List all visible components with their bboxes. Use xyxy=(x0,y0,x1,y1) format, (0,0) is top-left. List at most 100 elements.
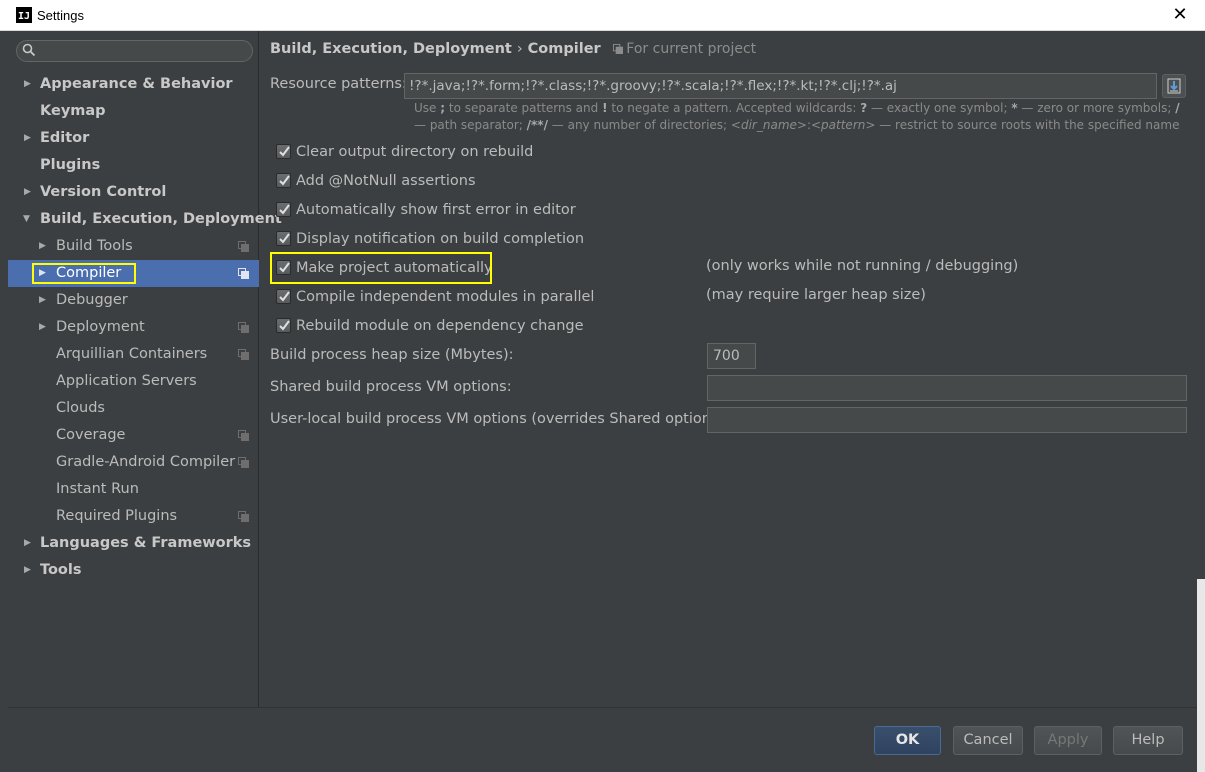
checkbox-checked-icon[interactable] xyxy=(276,318,291,333)
compiler-settings-panel: Build, Execution, Deployment › Compiler Fo… xyxy=(260,31,1197,707)
sidebar-item-label: Deployment xyxy=(56,319,145,335)
sidebar-item-application-servers[interactable]: Application Servers xyxy=(8,368,259,395)
search-input[interactable] xyxy=(41,42,246,60)
checkbox-checked-icon[interactable] xyxy=(276,144,291,159)
sidebar-item-label: Version Control xyxy=(40,184,167,200)
local-vm-options-label: User-local build process VM options (ove… xyxy=(270,411,730,427)
help-button[interactable]: Help xyxy=(1113,726,1183,755)
sidebar-item-label: Instant Run xyxy=(56,481,139,497)
sidebar-item-label: Clouds xyxy=(56,400,105,416)
expand-arrow-icon[interactable]: ▶ xyxy=(24,71,34,98)
sidebar-item-label: Keymap xyxy=(40,103,106,119)
expand-arrow-icon[interactable]: ▶ xyxy=(39,233,49,260)
project-scope-icon xyxy=(613,44,624,54)
highlight-box xyxy=(32,263,136,284)
parallel-note: (may require larger heap size) xyxy=(706,287,926,303)
local-vm-options-input[interactable] xyxy=(707,407,1187,433)
sidebar-item-languages-frameworks[interactable]: ▶ Languages & Frameworks xyxy=(8,530,259,557)
expand-arrow-icon[interactable]: ▶ xyxy=(24,530,34,557)
sidebar-item-compiler[interactable]: ▶ Compiler xyxy=(8,260,259,287)
search-box[interactable] xyxy=(16,40,253,62)
checkbox-checked-icon[interactable] xyxy=(276,173,291,188)
expand-field-button[interactable] xyxy=(1162,74,1186,98)
title-bar: IJ Settings ✕ xyxy=(0,0,1205,31)
project-scope-icon xyxy=(238,457,249,468)
cancel-button[interactable]: Cancel xyxy=(953,726,1023,755)
sidebar-item-instant-run[interactable]: Instant Run xyxy=(8,476,259,503)
sidebar-item-label: Tools xyxy=(40,562,82,578)
checkbox-label: Display notification on build completion xyxy=(296,231,585,247)
sidebar-item-deployment[interactable]: ▶ Deployment xyxy=(8,314,259,341)
background-window-left xyxy=(0,31,8,772)
make-auto-note: (only works while not running / debuggin… xyxy=(706,258,1019,274)
expand-arrow-icon[interactable]: ▶ xyxy=(24,557,34,584)
project-scope-icon xyxy=(238,349,249,360)
sidebar-item-tools[interactable]: ▶ Tools xyxy=(8,557,259,584)
checkbox-checked-icon[interactable] xyxy=(276,202,291,217)
settings-tree: ▶ Appearance & Behavior Keymap ▶ Editor … xyxy=(8,71,282,584)
resource-patterns-input[interactable] xyxy=(404,73,1157,99)
project-scope-icon xyxy=(238,241,249,252)
expand-arrow-icon[interactable]: ▶ xyxy=(39,314,49,341)
sidebar-item-editor[interactable]: ▶ Editor xyxy=(8,125,259,152)
sidebar-item-label: Build, Execution, Deployment xyxy=(40,211,282,227)
sidebar-item-label: Arquillian Containers xyxy=(56,346,208,362)
sidebar-item-label: Plugins xyxy=(40,157,101,173)
sidebar-item-gradle-android-compiler[interactable]: Gradle-Android Compiler xyxy=(8,449,259,476)
checkbox-label: Compile independent modules in parallel xyxy=(296,289,595,305)
sidebar-item-build-execution-deployment[interactable]: ▼ Build, Execution, Deployment xyxy=(8,206,282,233)
scope-label: For current project xyxy=(626,41,757,57)
sidebar-item-required-plugins[interactable]: Required Plugins xyxy=(8,503,259,530)
collapse-arrow-icon[interactable]: ▼ xyxy=(23,206,33,233)
resource-patterns-hint: Use ; to separate patterns and ! to nega… xyxy=(414,101,1180,132)
shared-vm-options-label: Shared build process VM options: xyxy=(270,379,512,395)
expand-arrow-icon[interactable]: ▶ xyxy=(24,179,34,206)
dialog-footer: OK Cancel Apply Help xyxy=(8,707,1197,772)
background-window-right xyxy=(1197,31,1205,772)
sidebar-item-label: Editor xyxy=(40,130,90,146)
sidebar-item-build-tools[interactable]: ▶ Build Tools xyxy=(8,233,259,260)
sidebar-item-label: Debugger xyxy=(56,292,128,308)
sidebar-item-version-control[interactable]: ▶ Version Control xyxy=(8,179,259,206)
expand-icon xyxy=(1167,78,1181,94)
settings-sidebar: ▶ Appearance & Behavior Keymap ▶ Editor … xyxy=(8,31,282,707)
breadcrumb-current: Compiler xyxy=(527,41,601,57)
breadcrumb-parent[interactable]: Build, Execution, Deployment xyxy=(270,41,512,57)
sidebar-item-label: Build Tools xyxy=(56,238,133,254)
expand-arrow-icon[interactable]: ▶ xyxy=(24,125,34,152)
sidebar-item-label: Application Servers xyxy=(56,373,197,389)
sidebar-item-coverage[interactable]: Coverage xyxy=(8,422,259,449)
sidebar-item-debugger[interactable]: ▶ Debugger xyxy=(8,287,259,314)
expand-arrow-icon[interactable]: ▶ xyxy=(39,287,49,314)
sidebar-item-label: Gradle-Android Compiler xyxy=(56,454,236,470)
project-scope-icon xyxy=(238,322,249,333)
breadcrumb-separator: › xyxy=(516,41,523,57)
checkbox-checked-icon[interactable] xyxy=(276,231,291,246)
window-title: Settings xyxy=(37,7,84,23)
project-scope-icon xyxy=(238,511,249,522)
resource-patterns-label: Resource patterns: xyxy=(270,76,407,92)
sidebar-item-label: Required Plugins xyxy=(56,508,178,524)
sidebar-item-label: Coverage xyxy=(56,427,126,443)
search-icon xyxy=(22,43,36,57)
checkbox-label: Add @NotNull assertions xyxy=(296,173,476,189)
ok-button[interactable]: OK xyxy=(874,726,941,755)
sidebar-item-arquillian-containers[interactable]: Arquillian Containers xyxy=(8,341,259,368)
sidebar-item-keymap[interactable]: Keymap xyxy=(8,98,259,125)
sidebar-item-label: Appearance & Behavior xyxy=(40,76,233,92)
shared-vm-options-input[interactable] xyxy=(707,375,1187,401)
sidebar-item-plugins[interactable]: Plugins xyxy=(8,152,259,179)
checkbox-label: Automatically show first error in editor xyxy=(296,202,576,218)
heap-size-input[interactable] xyxy=(707,343,756,369)
close-icon[interactable]: ✕ xyxy=(1169,4,1191,26)
checkbox-label: Clear output directory on rebuild xyxy=(296,144,534,160)
highlight-box xyxy=(270,252,492,284)
sidebar-item-label: Languages & Frameworks xyxy=(40,535,252,551)
sidebar-item-clouds[interactable]: Clouds xyxy=(8,395,259,422)
checkbox-label: Rebuild module on dependency change xyxy=(296,318,584,334)
intellij-app-icon: IJ xyxy=(16,7,32,23)
apply-button[interactable]: Apply xyxy=(1034,726,1102,755)
sidebar-item-appearance-behavior[interactable]: ▶ Appearance & Behavior xyxy=(8,71,259,98)
heap-size-label: Build process heap size (Mbytes): xyxy=(270,347,514,363)
checkbox-checked-icon[interactable] xyxy=(276,289,291,304)
